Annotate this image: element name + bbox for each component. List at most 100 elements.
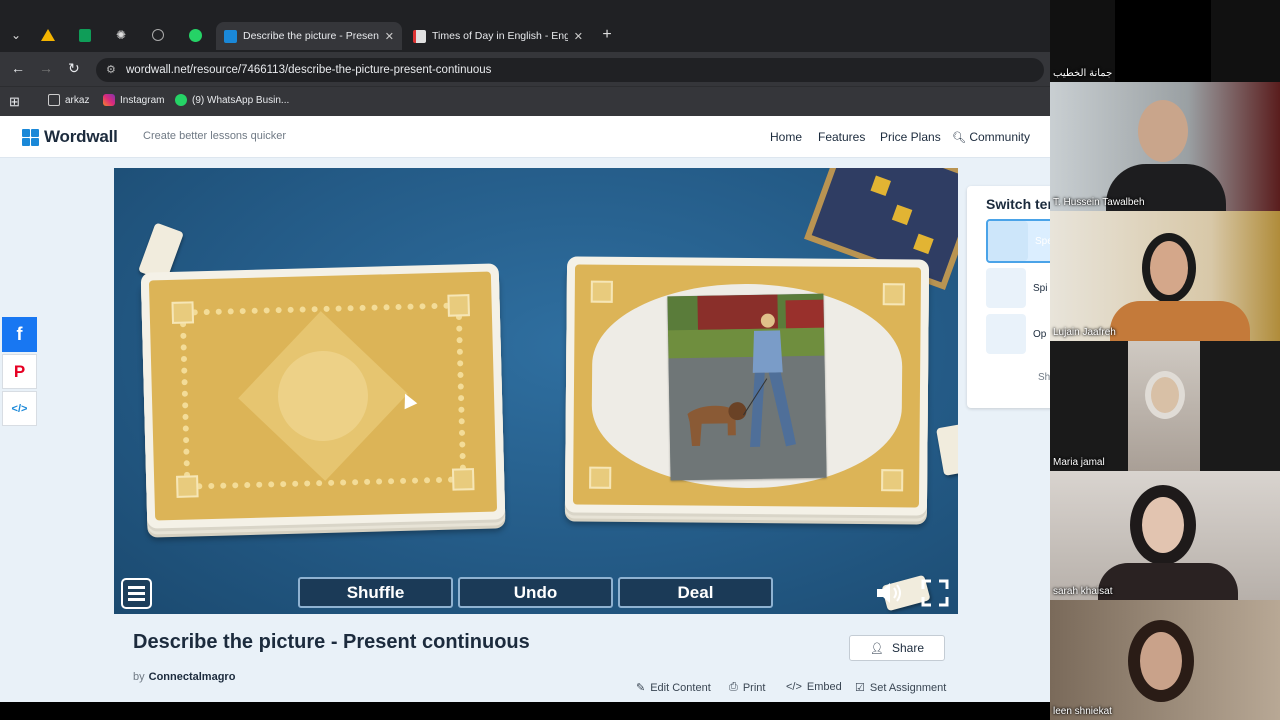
action-label: Embed: [806, 681, 842, 693]
back-icon[interactable]: ←: [11, 60, 25, 76]
participant-tile[interactable]: جمانة الخطيب: [1050, 0, 1280, 82]
bookmark-whatsapp[interactable]: (9) WhatsApp Busin...: [175, 94, 289, 106]
game-menu-button[interactable]: [121, 578, 152, 609]
embed-link[interactable]: </> Embed: [786, 681, 842, 693]
template-option-speaking-cards[interactable]: Spe: [986, 219, 1050, 263]
bookmark-label: arkaz: [65, 94, 90, 106]
address-bar-row: ← → ↻ ⚙ wordwall.net/resource/7466113/de…: [0, 52, 1050, 86]
participant-tile[interactable]: sarah khaisat: [1050, 471, 1280, 600]
google-drive-tab-icon[interactable]: [37, 24, 59, 46]
pencil-icon: ✎: [636, 682, 646, 694]
template-option-open-box[interactable]: Op: [986, 312, 1050, 356]
browser-tab-bar: ⌄ ✺ Describe the picture - Present c ✕ T…: [0, 0, 1050, 52]
card-photo-woman-walking-dog: [667, 293, 827, 481]
checkbox-icon: ☑: [855, 682, 865, 694]
participant-tile[interactable]: leen shniekat: [1050, 600, 1280, 720]
share-button[interactable]: 👤︎ Share: [849, 635, 945, 661]
set-assignment-link[interactable]: ☑ Set Assignment: [855, 681, 947, 695]
tab-title: Times of Day in English - Englis: [432, 30, 568, 42]
show-all-link[interactable]: Sh: [1038, 372, 1050, 383]
bookmark-arkaz[interactable]: arkaz: [48, 94, 89, 106]
action-label: Print: [742, 681, 766, 694]
forward-icon[interactable]: →: [39, 60, 53, 76]
spin-wheel-template-icon: [986, 268, 1026, 308]
close-tab-icon[interactable]: ✕: [385, 30, 394, 43]
template-label: Spe: [1035, 235, 1050, 247]
url-field[interactable]: ⚙ wordwall.net/resource/7466113/describe…: [96, 58, 1044, 82]
byline: by Connectalmagro: [133, 671, 235, 683]
undo-button[interactable]: Undo: [458, 577, 613, 608]
printer-icon: ⎙: [729, 681, 738, 693]
activity-title: Describe the picture - Present continuou…: [133, 631, 530, 653]
tab-times-of-day[interactable]: Times of Day in English - Englis ✕: [405, 22, 591, 50]
new-tab-icon[interactable]: +: [596, 24, 618, 46]
nav-community[interactable]: 🔍︎ Community: [952, 130, 1030, 144]
volume-icon[interactable]: [874, 579, 904, 607]
code-icon: </>: [786, 681, 802, 693]
bookmark-label: (9) WhatsApp Busin...: [192, 94, 290, 106]
share-label: Share: [891, 641, 924, 655]
nav-community-label: Community: [969, 130, 1030, 144]
bookmark-label: Instagram: [120, 94, 165, 106]
search-icon: 🔍︎: [952, 132, 966, 144]
site-info-icon[interactable]: ⚙: [106, 58, 116, 82]
author-link[interactable]: Connectalmagro: [149, 671, 236, 683]
switch-template-title: Switch ter: [986, 196, 1050, 212]
user-icon: 👤︎: [870, 642, 884, 655]
facebook-share-icon[interactable]: f: [2, 317, 37, 352]
template-label: Op: [1033, 328, 1047, 340]
by-prefix: by: [133, 671, 145, 683]
speaking-cards-template-icon: [988, 221, 1028, 261]
participant-name: Lujain Jaafreh: [1053, 327, 1116, 338]
openai-tab-icon[interactable]: ✺: [110, 24, 132, 46]
wordwall-favicon-icon: [224, 29, 237, 43]
page-favicon-icon: [413, 29, 426, 43]
page-content: Wordwall Create better lessons quicker H…: [0, 116, 1050, 702]
participant-tile[interactable]: Maria jamal: [1050, 341, 1280, 471]
participant-name: جمانة الخطيب: [1053, 68, 1113, 79]
bookmark-instagram[interactable]: Instagram: [103, 94, 164, 106]
close-tab-icon[interactable]: ✕: [574, 30, 583, 43]
wordwall-logo[interactable]: Wordwall: [22, 127, 118, 147]
site-header: Wordwall Create better lessons quicker H…: [0, 116, 1050, 158]
globe-tab-icon[interactable]: [147, 24, 169, 46]
nav-price-plans[interactable]: Price Plans: [880, 130, 941, 144]
apps-grid-icon[interactable]: ⊞: [9, 94, 20, 110]
domino-decoration: [936, 424, 958, 476]
switch-template-panel: Switch ter Spe Spi Op Sh: [967, 186, 1050, 408]
pinterest-share-icon[interactable]: P: [2, 354, 37, 389]
template-label: Spi: [1033, 282, 1048, 294]
nav-home[interactable]: Home: [770, 130, 802, 144]
tab-describe-picture[interactable]: Describe the picture - Present c ✕: [216, 22, 402, 50]
folder-icon: [48, 94, 60, 106]
participant-tile[interactable]: T. Hussein Tawalbeh: [1050, 82, 1280, 211]
card-back: [148, 271, 498, 521]
wordwall-logo-icon: [22, 128, 39, 146]
participant-name: sarah khaisat: [1053, 586, 1113, 597]
tab-search-dropdown-icon[interactable]: ⌄: [5, 24, 27, 46]
instagram-icon: [103, 94, 115, 106]
shuffle-button[interactable]: Shuffle: [298, 577, 453, 608]
url-text: wordwall.net/resource/7466113/describe-t…: [126, 64, 492, 76]
nav-features[interactable]: Features: [818, 130, 865, 144]
template-option-spin[interactable]: Spi: [986, 266, 1050, 310]
tab-title: Describe the picture - Present c: [243, 30, 379, 42]
action-label: Set Assignment: [869, 681, 947, 694]
tagline: Create better lessons quicker: [143, 130, 287, 142]
photo-illustration: [667, 293, 827, 481]
participant-name: Maria jamal: [1053, 457, 1105, 468]
google-sheets-tab-icon[interactable]: [74, 24, 96, 46]
print-link[interactable]: ⎙ Print: [729, 681, 765, 694]
whatsapp-tab-icon[interactable]: [184, 24, 206, 46]
card-deck[interactable]: [140, 263, 506, 529]
reload-icon[interactable]: ↻: [68, 60, 80, 77]
edit-content-link[interactable]: ✎ Edit Content: [636, 681, 711, 695]
embed-share-icon[interactable]: </>: [2, 391, 37, 426]
participant-tile[interactable]: Lujain Jaafreh: [1050, 211, 1280, 341]
game-area[interactable]: Shuffle Undo Deal: [114, 168, 958, 614]
open-box-template-icon: [986, 314, 1026, 354]
bookmarks-bar: ⊞ arkaz Instagram (9) WhatsApp Busin...: [0, 86, 1050, 116]
deal-button[interactable]: Deal: [618, 577, 773, 608]
brand-name: Wordwall: [44, 127, 118, 146]
fullscreen-icon[interactable]: [920, 578, 950, 608]
